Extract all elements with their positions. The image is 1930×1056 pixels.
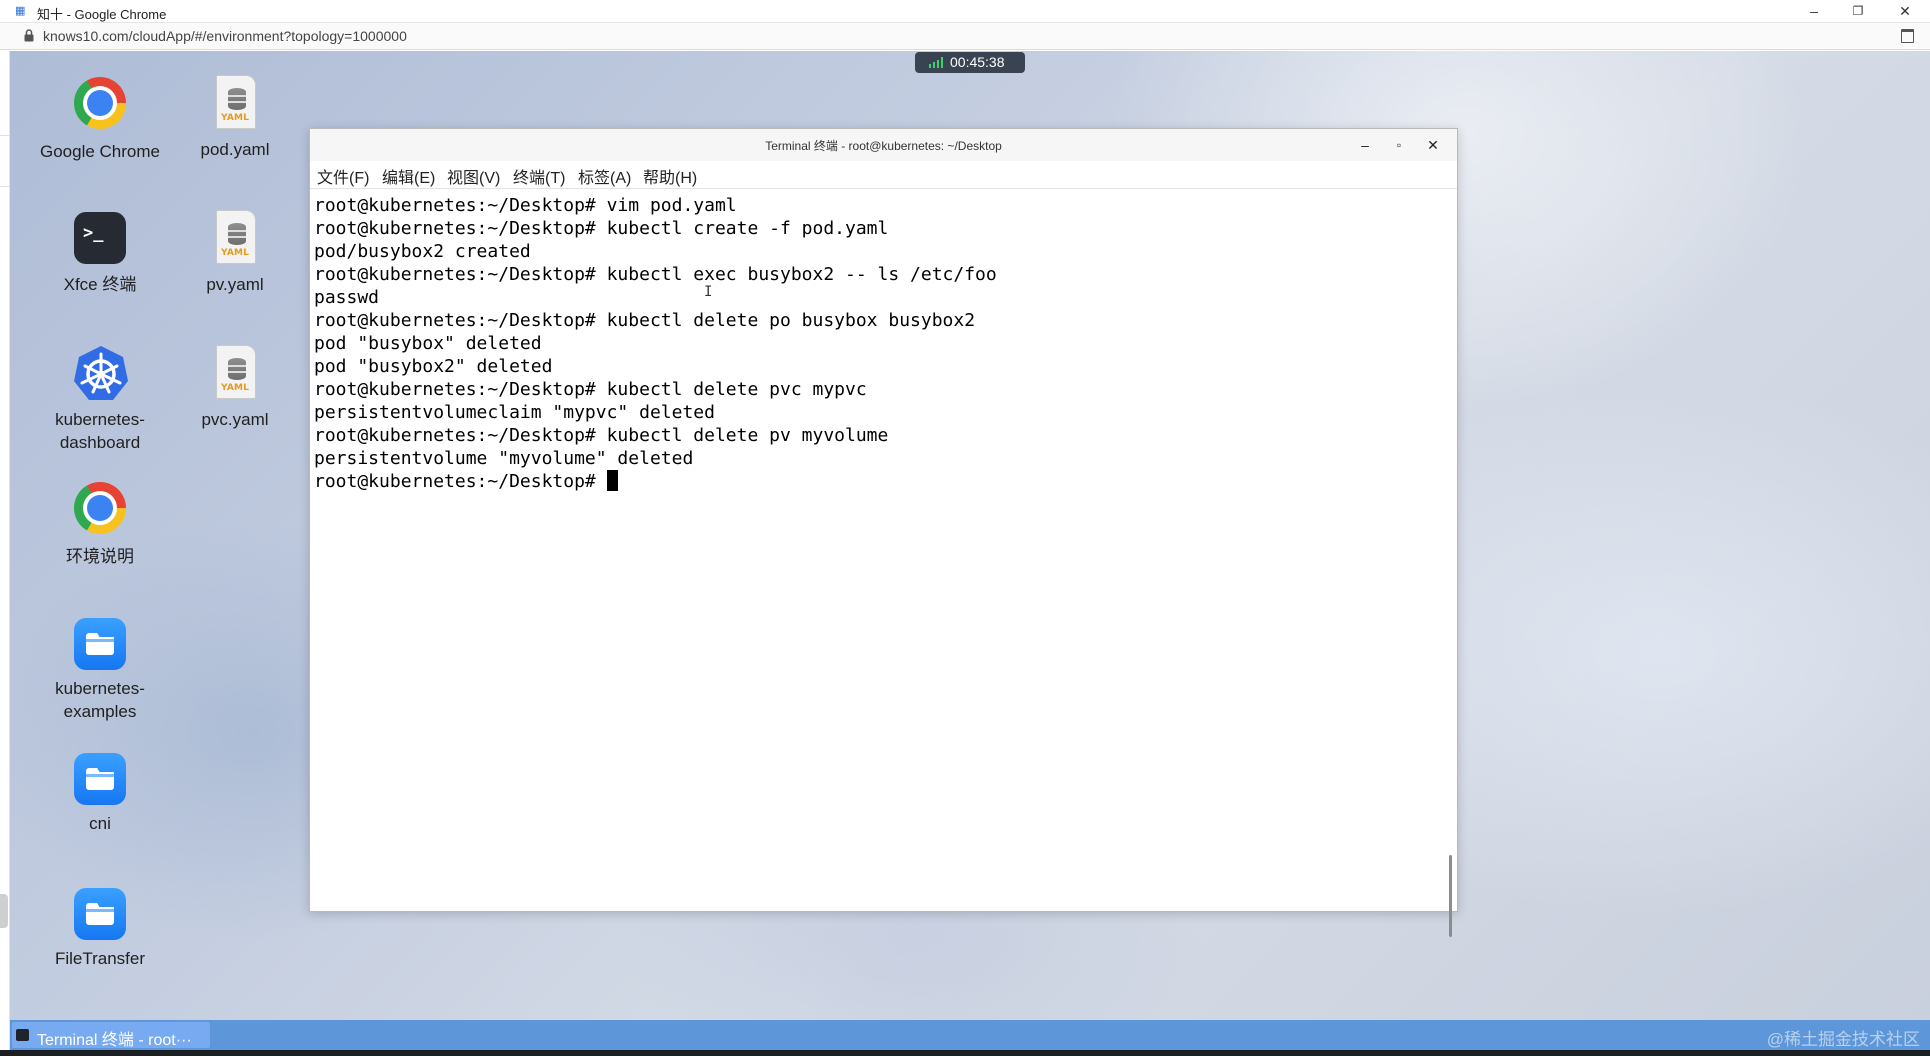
mouse-ibeam-icon: I: [704, 284, 713, 300]
terminal-icon: >_: [72, 210, 128, 266]
folder-icon: [72, 884, 128, 940]
desktop-icon-filetransfer[interactable]: FileTransfer: [35, 884, 165, 970]
site-favicon-icon: ▦: [15, 5, 26, 17]
terminal-line: pod/busybox2 created: [314, 241, 531, 262]
menu-help[interactable]: 帮助(H): [643, 164, 697, 188]
desktop-icon-env-notes[interactable]: 环境说明: [35, 480, 165, 568]
terminal-menubar: 文件(F) 编辑(E) 视图(V) 终端(T) 标签(A) 帮助(H): [310, 161, 1457, 189]
browser-window-title: 知十 - Google Chrome: [37, 7, 167, 22]
desktop-icon-kubernetes-dashboard[interactable]: kubernetes-dashboard: [35, 345, 165, 454]
desktop-icon-label: pvc.yaml: [201, 410, 269, 429]
desktop-icon-pod-yaml[interactable]: YAML pod.yaml: [170, 75, 300, 161]
desktop-icon-label: Xfce 终端: [63, 275, 137, 294]
terminal-window[interactable]: Terminal 终端 - root@kubernetes: ~/Desktop…: [309, 128, 1458, 937]
desktop-icon-cni[interactable]: cni: [35, 749, 165, 835]
terminal-maximize-button[interactable]: ▫: [1389, 135, 1409, 155]
desktop-icon-label: Google Chrome: [39, 142, 160, 161]
terminal-line: persistentvolume "myvolume" deleted: [314, 448, 694, 469]
menu-view[interactable]: 视图(V): [447, 164, 500, 188]
terminal-line: passwd: [314, 287, 380, 308]
restore-button[interactable]: ❐: [1838, 1, 1878, 21]
sidebar-handle[interactable]: [0, 894, 8, 928]
desktop-icon-label: pod.yaml: [200, 140, 270, 159]
desktop-icon-label: FileTransfer: [54, 949, 146, 968]
yaml-file-icon: YAML: [207, 210, 263, 266]
terminal-line: root@kubernetes:~/Desktop# kubectl delet…: [314, 425, 889, 446]
terminal-titlebar[interactable]: Terminal 终端 - root@kubernetes: ~/Desktop…: [310, 129, 1457, 161]
terminal-line: root@kubernetes:~/Desktop# kubectl creat…: [314, 218, 889, 239]
left-sidebar-edge: [0, 51, 10, 1056]
menu-file[interactable]: 文件(F): [317, 164, 369, 188]
terminal-title: Terminal 终端 - root@kubernetes: ~/Desktop: [765, 139, 1002, 153]
watermark: @稀土掘金技术社区: [1766, 1030, 1920, 1049]
taskbar: Terminal 终端 - root··· @稀土掘金技术社区: [10, 1020, 1930, 1050]
folder-icon: [72, 614, 128, 670]
chrome-icon: [72, 77, 128, 133]
bottom-strip: [0, 1050, 1930, 1056]
signal-strength-icon: [929, 57, 943, 68]
menu-edit[interactable]: 编辑(E): [382, 164, 435, 188]
desktop-icon-label: 环境说明: [66, 547, 134, 566]
desktop-icon-google-chrome[interactable]: Google Chrome: [35, 75, 165, 163]
terminal-line: root@kubernetes:~/Desktop# kubectl exec …: [314, 264, 997, 285]
browser-titlebar: ▦ 知十 - Google Chrome – ❐ ✕: [0, 0, 1930, 23]
terminal-line: root@kubernetes:~/Desktop# kubectl delet…: [314, 379, 867, 400]
taskbar-item-label: Terminal 终端 - root···: [37, 1032, 192, 1049]
menu-tabs[interactable]: 标签(A): [578, 164, 631, 188]
desktop-icon-pvc-yaml[interactable]: YAML pvc.yaml: [170, 345, 300, 431]
yaml-file-icon: YAML: [207, 345, 263, 401]
divider: [0, 186, 10, 187]
terminal-minimize-button[interactable]: –: [1355, 135, 1375, 155]
desktop-icon-xfce-terminal[interactable]: >_ Xfce 终端: [35, 210, 165, 296]
terminal-line: pod "busybox2" deleted: [314, 356, 553, 377]
terminal-line: pod "busybox" deleted: [314, 333, 542, 354]
menu-terminal[interactable]: 终端(T): [513, 164, 565, 188]
desktop-icon-label: pv.yaml: [206, 275, 264, 294]
yaml-file-icon: YAML: [207, 75, 263, 131]
terminal-close-button[interactable]: ✕: [1423, 135, 1443, 155]
desktop-icon-label: kubernetes-dashboard: [55, 410, 145, 452]
text-cursor: [606, 470, 618, 491]
terminal-prompt-line[interactable]: root@kubernetes:~/Desktop#: [314, 470, 618, 493]
divider: [0, 135, 10, 136]
desktop-icon-pv-yaml[interactable]: YAML pv.yaml: [170, 210, 300, 296]
address-bar[interactable]: knows10.com/cloudApp/#/environment?topol…: [0, 23, 1930, 50]
url-text[interactable]: knows10.com/cloudApp/#/environment?topol…: [43, 28, 407, 44]
terminal-icon: [16, 1029, 29, 1041]
terminal-line: root@kubernetes:~/Desktop# vim pod.yaml: [314, 195, 737, 216]
timer-value: 00:45:38: [950, 54, 1005, 70]
desktop-icon-label: cni: [89, 814, 111, 833]
taskbar-item-terminal[interactable]: Terminal 终端 - root···: [12, 1022, 210, 1049]
terminal-output[interactable]: root@kubernetes:~/Desktop# vim pod.yaml …: [310, 190, 1455, 937]
close-button[interactable]: ✕: [1885, 1, 1925, 21]
terminal-line: persistentvolumeclaim "mypvc" deleted: [314, 402, 715, 423]
lock-icon: [24, 29, 34, 42]
desktop-icon-kubernetes-examples[interactable]: kubernetes-examples: [35, 614, 165, 723]
terminal-line: root@kubernetes:~/Desktop# kubectl delet…: [314, 310, 976, 331]
folder-icon: [72, 749, 128, 805]
kubernetes-icon: [72, 345, 128, 401]
terminal-scrollbar[interactable]: [1449, 855, 1452, 937]
minimize-button[interactable]: –: [1794, 1, 1834, 21]
chrome-icon: [72, 482, 128, 538]
session-timer: 00:45:38: [915, 52, 1025, 73]
desktop-icon-label: kubernetes-examples: [55, 679, 145, 721]
bookmark-icon[interactable]: [1901, 29, 1914, 43]
